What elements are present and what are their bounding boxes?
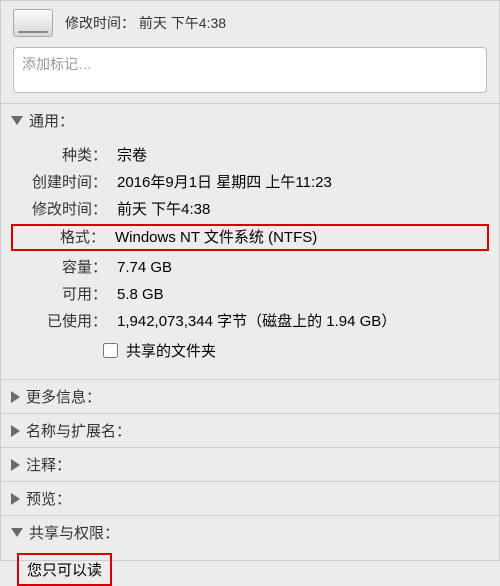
row-capacity: 容量： 7.74 GB xyxy=(1,253,499,280)
row-kind: 种类： 宗卷 xyxy=(1,141,499,168)
top-modified: 修改时间： 前天 下午4:38 xyxy=(65,13,226,33)
section-sharing-title: 共享与权限： xyxy=(29,522,119,543)
section-preview-header[interactable]: 预览： xyxy=(1,482,499,515)
capacity-label: 容量： xyxy=(15,256,107,277)
format-label: 格式： xyxy=(15,226,105,247)
section-name-ext-header[interactable]: 名称与扩展名： xyxy=(1,414,499,447)
section-sharing-body: 您只可以读 xyxy=(17,553,499,586)
disclosure-triangle-right-icon xyxy=(11,493,20,505)
format-value: Windows NT 文件系统 (NTFS) xyxy=(105,226,317,247)
capacity-value: 7.74 GB xyxy=(107,259,172,276)
section-comments-title: 注释： xyxy=(26,454,71,475)
available-value: 5.8 GB xyxy=(107,286,164,303)
disclosure-triangle-right-icon xyxy=(11,459,20,471)
section-general-title: 通用： xyxy=(29,110,74,131)
shared-folder-label: 共享的文件夹 xyxy=(126,340,216,361)
row-available: 可用： 5.8 GB xyxy=(1,280,499,307)
disclosure-triangle-right-icon xyxy=(11,391,20,403)
row-created: 创建时间： 2016年9月1日 星期四 上午11:23 xyxy=(1,168,499,195)
section-preview-title: 预览： xyxy=(26,488,71,509)
section-comments-header[interactable]: 注释： xyxy=(1,448,499,481)
kind-value: 宗卷 xyxy=(107,144,147,165)
disclosure-triangle-down-icon xyxy=(11,528,23,537)
available-label: 可用： xyxy=(15,283,107,304)
row-modified: 修改时间： 前天 下午4:38 xyxy=(1,195,499,222)
section-more-info-title: 更多信息： xyxy=(26,386,101,407)
tags-input[interactable]: 添加标记… xyxy=(13,47,487,93)
used-value: 1,942,073,344 字节（磁盘上的 1.94 GB） xyxy=(107,310,396,331)
row-format: 格式： Windows NT 文件系统 (NTFS) xyxy=(13,226,485,247)
row-shared-folder: 共享的文件夹 xyxy=(1,334,499,371)
modified-value: 前天 下午4:38 xyxy=(107,198,210,219)
highlight-permission: 您只可以读 xyxy=(17,553,112,586)
used-label: 已使用： xyxy=(15,310,107,331)
permission-text: 您只可以读 xyxy=(27,562,102,579)
created-value: 2016年9月1日 星期四 上午11:23 xyxy=(107,171,332,192)
disclosure-triangle-right-icon xyxy=(11,425,20,437)
row-used: 已使用： 1,942,073,344 字节（磁盘上的 1.94 GB） xyxy=(1,307,499,334)
modified-label: 修改时间： xyxy=(15,198,107,219)
section-more-info-header[interactable]: 更多信息： xyxy=(1,380,499,413)
kind-label: 种类： xyxy=(15,144,107,165)
highlight-format: 格式： Windows NT 文件系统 (NTFS) xyxy=(11,224,489,251)
section-general-body: 种类： 宗卷 创建时间： 2016年9月1日 星期四 上午11:23 修改时间：… xyxy=(1,137,499,379)
drive-icon xyxy=(13,9,53,37)
shared-folder-checkbox[interactable] xyxy=(103,343,118,358)
top-modified-value: 前天 下午4:38 xyxy=(139,15,226,31)
section-general-header[interactable]: 通用： xyxy=(1,104,499,137)
tags-placeholder: 添加标记… xyxy=(22,56,92,72)
section-name-ext-title: 名称与扩展名： xyxy=(26,420,131,441)
created-label: 创建时间： xyxy=(15,171,107,192)
section-sharing-header[interactable]: 共享与权限： xyxy=(1,516,499,549)
top-modified-label: 修改时间： xyxy=(65,15,135,31)
disclosure-triangle-down-icon xyxy=(11,116,23,125)
